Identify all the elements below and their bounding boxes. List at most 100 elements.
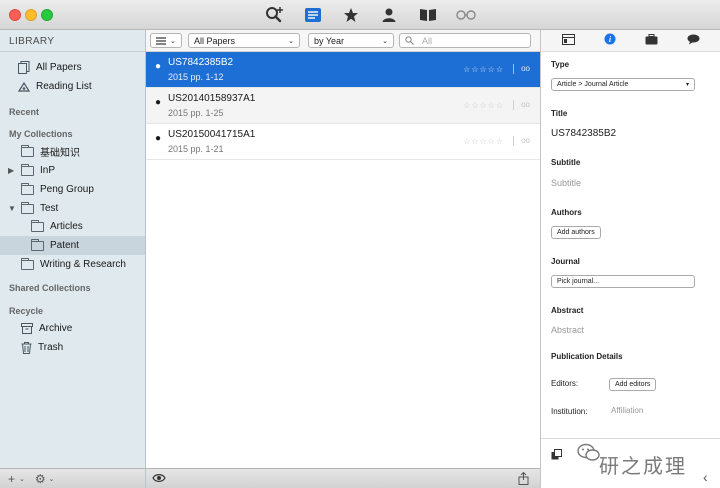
sidebar-item-all-papers[interactable]: All Papers	[0, 58, 145, 77]
divider	[513, 64, 514, 74]
comment-icon[interactable]	[687, 34, 700, 48]
sidebar-item-archive[interactable]: Archive	[0, 319, 145, 338]
chevron-down-icon: ▾	[685, 82, 689, 88]
chevron-down-icon[interactable]: ⌄	[49, 475, 55, 483]
sidebar-item-label: Reading List	[36, 81, 92, 92]
book-icon[interactable]	[417, 5, 439, 25]
add-authors-button[interactable]: Add authors	[551, 226, 601, 239]
add-editors-button[interactable]: Add editors	[609, 378, 657, 391]
star-icon[interactable]	[340, 5, 362, 25]
abstract-field[interactable]: Abstract	[551, 325, 584, 335]
sidebar-footer: + ⌄ ⚙ ⌄	[0, 468, 146, 488]
sidebar-item-label: All Papers	[36, 62, 82, 73]
glasses-icon[interactable]: oo	[521, 136, 530, 145]
zoom-window-button[interactable]	[41, 9, 53, 21]
collection-item-inp[interactable]: ▶ InP	[0, 161, 145, 180]
folder-icon	[21, 257, 34, 270]
type-select[interactable]: Article > Journal Article ▾	[551, 78, 695, 91]
collection-item-patent[interactable]: Patent	[0, 236, 145, 255]
divider	[513, 136, 514, 146]
person-icon[interactable]	[378, 5, 400, 25]
journal-label: Journal	[551, 257, 580, 266]
chevron-down-icon: ⌄	[170, 37, 176, 45]
library-header: LIBRARY	[0, 30, 145, 52]
list-icon	[156, 36, 166, 45]
folder-icon	[21, 201, 34, 214]
collection-label: InP	[40, 165, 56, 176]
section-shared-collections: Shared Collections	[9, 283, 91, 293]
folder-icon	[31, 219, 44, 232]
duplicate-icon[interactable]	[551, 449, 562, 463]
unread-dot-icon: ●	[155, 97, 162, 108]
unread-dot-icon: ●	[155, 61, 162, 72]
watermark: 研之成理	[599, 456, 687, 478]
sidebar-item-label: Archive	[39, 323, 73, 334]
scope-select-value: All Papers	[194, 35, 236, 46]
glasses-icon[interactable]: oo	[521, 100, 530, 109]
filter-bar: ⌄ All Papers ⌄ by Year ⌄ All	[146, 30, 540, 52]
list-menu-button[interactable]: ⌄	[150, 33, 182, 48]
search-add-icon[interactable]	[264, 5, 286, 25]
collection-item-peng-group[interactable]: Peng Group	[0, 180, 145, 199]
collection-label: Peng Group	[40, 184, 94, 195]
title-field[interactable]: US7842385B2	[551, 128, 616, 139]
minimize-window-button[interactable]	[25, 9, 37, 21]
collapse-chevron-icon[interactable]: ‹	[703, 469, 708, 485]
divider	[513, 100, 514, 110]
institution-label: Institution:	[551, 407, 588, 416]
close-window-button[interactable]	[9, 9, 21, 21]
editors-label: Editors:	[551, 379, 579, 388]
paper-meta: 2015 pp. 1-25	[168, 108, 224, 118]
authors-label: Authors	[551, 208, 582, 217]
scope-select[interactable]: All Papers ⌄	[188, 33, 300, 48]
briefcase-icon[interactable]	[645, 33, 658, 48]
collection-label: Articles	[50, 221, 83, 232]
section-recycle: Recycle	[9, 306, 44, 316]
publication-details-label: Publication Details	[551, 352, 623, 361]
sidebar-item-label: Trash	[38, 342, 64, 353]
inspector-pane: i Type Article > Journal Article ▾ Title…	[540, 30, 720, 488]
sidebar-item-trash[interactable]: Trash	[0, 338, 145, 357]
institution-field[interactable]: Affiliation	[611, 406, 643, 415]
collection-label: Patent	[50, 240, 79, 251]
subtitle-field[interactable]: Subtitle	[551, 178, 581, 188]
pick-journal-field[interactable]: Pick journal...	[551, 275, 695, 288]
library-sidebar: LIBRARY All Papers Reading List Recent M…	[0, 30, 146, 468]
paper-title: US20140158937A1	[168, 93, 256, 104]
eye-icon[interactable]	[152, 472, 166, 487]
paper-row[interactable]: ● US20140158937A1 2015 pp. 1-25 ☆☆☆☆☆ oo	[146, 88, 540, 124]
glasses-icon[interactable]: oo	[521, 64, 530, 73]
disclosure-right-icon[interactable]: ▶	[8, 166, 14, 175]
wechat-logo-icon	[577, 442, 601, 467]
collection-item-writing-research[interactable]: Writing & Research	[0, 255, 145, 274]
rating-stars-icon[interactable]: ☆☆☆☆☆	[463, 137, 504, 146]
rating-stars-icon[interactable]: ☆☆☆☆☆	[463, 65, 504, 74]
paper-row[interactable]: ● US20150041715A1 2015 pp. 1-21 ☆☆☆☆☆ oo	[146, 124, 540, 160]
layout-icon[interactable]	[561, 33, 575, 48]
sort-select[interactable]: by Year ⌄	[308, 33, 394, 48]
chevron-down-icon: ⌄	[288, 37, 294, 45]
papers-list-footer	[146, 468, 540, 488]
sidebar-item-reading-list[interactable]: Reading List	[0, 77, 145, 96]
collection-item-articles[interactable]: Articles	[0, 217, 145, 236]
share-icon[interactable]	[518, 471, 529, 488]
info-icon[interactable]: i	[604, 33, 616, 48]
papers-list-icon[interactable]	[302, 5, 324, 25]
search-field[interactable]: All	[399, 33, 531, 48]
folder-icon	[31, 238, 44, 251]
rating-stars-icon[interactable]: ☆☆☆☆☆	[463, 101, 504, 110]
abstract-label: Abstract	[551, 306, 584, 315]
glasses-icon[interactable]	[455, 5, 477, 25]
disclosure-down-icon[interactable]: ▼	[8, 204, 16, 213]
collection-item-test[interactable]: ▼ Test	[0, 199, 145, 218]
folder-icon	[21, 163, 34, 176]
chevron-down-icon[interactable]: ⌄	[19, 475, 25, 483]
gear-icon[interactable]: ⚙	[35, 472, 46, 486]
add-collection-button[interactable]: +	[8, 472, 15, 486]
paper-row[interactable]: ● US7842385B2 2015 pp. 1-12 ☆☆☆☆☆ oo	[146, 52, 540, 88]
collection-item-basics[interactable]: 基础知识	[0, 142, 145, 161]
paper-meta: 2015 pp. 1-12	[168, 72, 224, 82]
sort-select-value: by Year	[314, 35, 345, 46]
archive-icon	[21, 323, 33, 334]
paper-title: US20150041715A1	[168, 129, 256, 140]
